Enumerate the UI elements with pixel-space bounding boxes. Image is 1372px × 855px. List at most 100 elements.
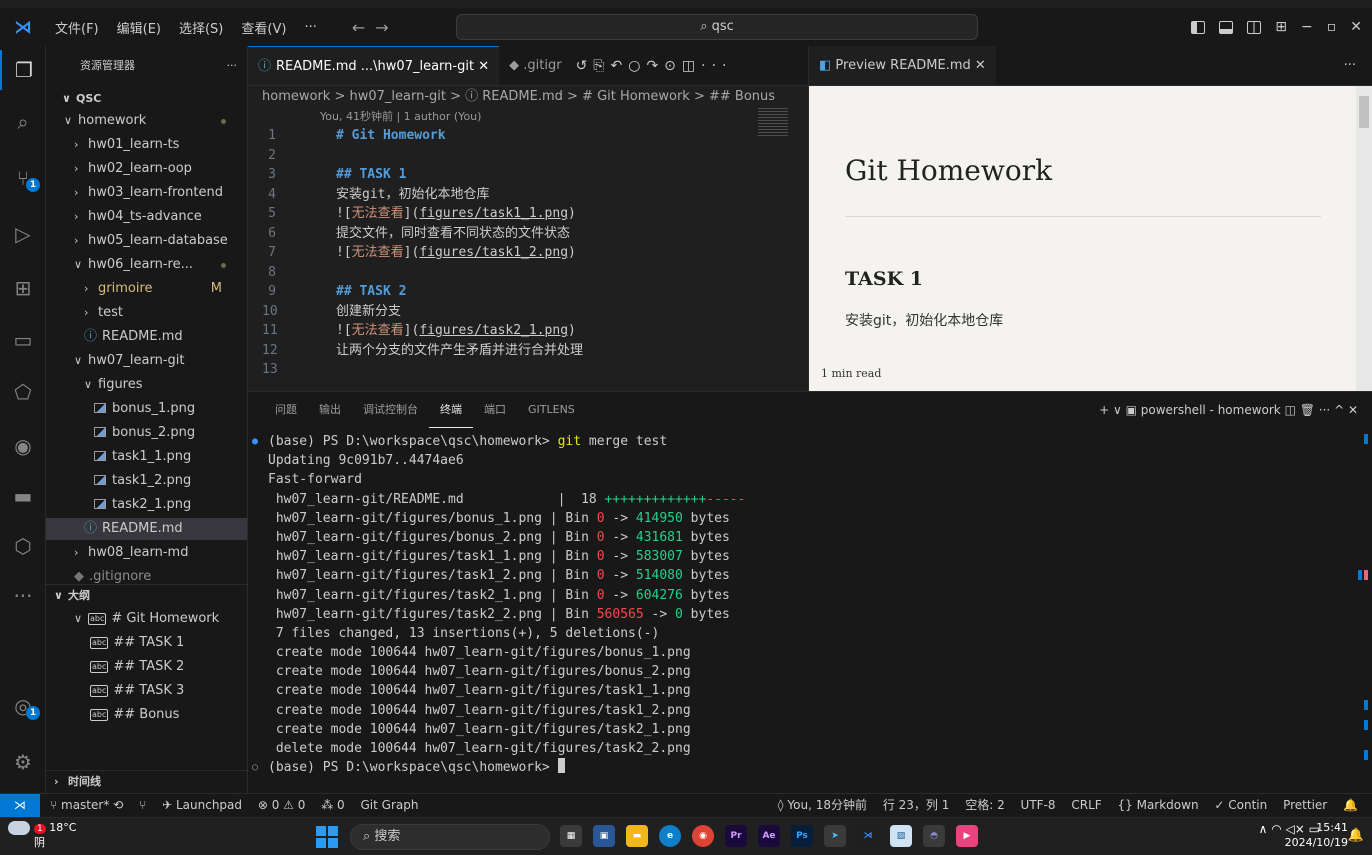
code-line[interactable]: 1 # Git Homework <box>248 126 808 146</box>
tab-problems[interactable]: 问题 <box>264 392 308 428</box>
tree-item[interactable]: › hw01_learn-ts <box>46 134 247 156</box>
git-graph-status[interactable]: Git Graph <box>361 798 419 812</box>
tree-item[interactable]: › hw08_learn-md <box>46 542 247 564</box>
close-panel-icon[interactable]: ✕ <box>1348 403 1358 417</box>
tab-readme[interactable]: ⓘ README.md ...\hw07_learn-git ✕ <box>248 46 500 85</box>
terminal-output[interactable]: ● (base) PS D:\workspace\qsc\homework> gi… <box>248 432 1348 792</box>
tab-ports[interactable]: 端口 <box>473 392 517 428</box>
menu-more[interactable]: ··· <box>295 20 325 35</box>
menu-file[interactable]: 文件(F) <box>46 18 108 37</box>
tree-item[interactable]: bonus_1.png <box>46 398 247 420</box>
tree-item[interactable]: ∨ hw06_learn-re... <box>46 254 247 276</box>
timeline-section-header[interactable]: › 时间线 <box>46 770 247 792</box>
close-tab-icon[interactable]: ✕ <box>478 59 489 74</box>
prettier-status[interactable]: Prettier <box>1283 798 1327 812</box>
toggle-secondary-sidebar-icon[interactable] <box>1247 20 1262 34</box>
terminal-name[interactable]: powershell - homework <box>1141 403 1281 417</box>
language-mode[interactable]: {} Markdown <box>1118 798 1199 812</box>
remote-indicator-icon[interactable]: ⋊ <box>0 794 40 817</box>
tree-item[interactable]: › hw02_learn-oop <box>46 158 247 180</box>
tree-item[interactable]: task1_1.png <box>46 446 247 468</box>
tab-gitignore[interactable]: ◆ .gitigr <box>499 46 571 85</box>
tree-item[interactable]: bonus_2.png <box>46 422 247 444</box>
weather-widget[interactable]: 1 18°C 阴 <box>8 821 76 850</box>
tree-item[interactable]: ∨ homework <box>46 110 247 132</box>
minimize-icon[interactable]: − <box>1301 19 1313 35</box>
cursor-position[interactable]: 行 23，列 1 <box>883 798 950 812</box>
launchpad-status[interactable]: ✈ Launchpad <box>162 798 242 812</box>
tab-output[interactable]: 输出 <box>308 392 352 428</box>
encoding[interactable]: UTF-8 <box>1021 798 1056 812</box>
command-center-search[interactable]: ⌕ qsc <box>456 14 978 40</box>
tab-gitlens[interactable]: GITLENS <box>517 392 586 428</box>
tree-item[interactable]: ⓘ README.md <box>46 326 247 348</box>
customize-layout-icon[interactable]: ⊞ <box>1275 19 1287 35</box>
indentation[interactable]: 空格: 2 <box>965 798 1005 812</box>
code-line[interactable]: 6 提交文件，同时查看不同状态的文件状态 <box>248 224 808 244</box>
outline-section-header[interactable]: ∨ 大纲 <box>46 584 247 606</box>
code-line[interactable]: 2 <box>248 146 808 166</box>
close-tab-icon[interactable]: ✕ <box>971 58 986 73</box>
extensions-icon[interactable]: ⊞ <box>0 268 46 308</box>
extension-view-icon[interactable]: ⬡ <box>0 526 46 566</box>
code-line[interactable]: 11 ![无法查看](figures/task2_1.png) <box>248 321 808 341</box>
manage-gear-icon[interactable]: ⚙ <box>0 742 46 782</box>
tab-preview-readme[interactable]: ◧ Preview README.md ✕ <box>809 46 996 85</box>
codelens-blame[interactable]: You, 41秒钟前 | 1 author (You) <box>248 108 808 126</box>
chrome-icon[interactable]: ◉ <box>692 825 714 847</box>
accounts-icon[interactable]: ◎ 1 <box>0 686 46 726</box>
start-button-icon[interactable] <box>316 826 338 848</box>
ports-status[interactable]: ⁂ 0 <box>321 798 344 812</box>
panel-more-icon[interactable]: ··· <box>1319 403 1334 417</box>
code-line[interactable]: 9 ## TASK 2 <box>248 282 808 302</box>
new-terminal-icon[interactable]: + ∨ <box>1099 403 1125 417</box>
line-ending[interactable]: CRLF <box>1071 798 1101 812</box>
maximize-panel-icon[interactable]: ^ <box>1334 403 1348 417</box>
tree-item[interactable]: › test <box>46 302 247 324</box>
notification-icon[interactable]: 🔔 <box>1348 828 1364 843</box>
code-line[interactable]: 12 让两个分支的文件产生矛盾并进行合并处理 <box>248 341 808 361</box>
store-icon[interactable]: ▣ <box>593 825 615 847</box>
menu-view[interactable]: 查看(V) <box>232 18 295 37</box>
graph-icon[interactable]: ⑂ <box>139 798 146 812</box>
toggle-sidebar-icon[interactable] <box>1191 20 1206 34</box>
outline-item[interactable]: ∨ abc # Git Homework <box>46 608 247 630</box>
editor-toolbar[interactable]: ↺⎘↶○↷⊙◫··· <box>572 46 733 85</box>
app-icon[interactable]: ◓ <box>923 825 945 847</box>
breadcrumb[interactable]: homework > hw07_learn-git > ⓘ README.md … <box>248 86 808 108</box>
tree-item[interactable]: › hw04_ts-advance <box>46 206 247 228</box>
outline-item[interactable]: abc ## TASK 3 <box>46 680 247 702</box>
vscode-taskbar-icon[interactable]: ⋊ <box>857 825 879 847</box>
edge-icon[interactable]: e <box>659 825 681 847</box>
restore-icon[interactable]: ▫ <box>1327 19 1337 35</box>
github-icon[interactable]: ◉ <box>0 426 46 466</box>
nav-back-forward-icons[interactable]: ←→ <box>352 18 399 37</box>
remote-explorer-icon[interactable]: ▭ <box>0 320 46 360</box>
tree-item[interactable]: ⓘ README.md <box>46 518 247 540</box>
clock[interactable]: 15:41 2024/10/19 <box>1285 820 1348 850</box>
image-viewer-icon[interactable]: ▨ <box>890 825 912 847</box>
trash-icon[interactable]: 🗑 <box>1300 403 1319 417</box>
outline-item[interactable]: abc ## Bonus <box>46 704 247 726</box>
tab-terminal[interactable]: 终端 <box>429 393 473 428</box>
tree-item[interactable]: › grimoire M <box>46 278 247 300</box>
problems-status[interactable]: ⊗ 0 ⚠ 0 <box>258 798 306 812</box>
code-line[interactable]: 5 ![无法查看](figures/task1_1.png) <box>248 204 808 224</box>
source-control-icon[interactable]: ⑂ 1 <box>0 158 46 198</box>
tab-debug-console[interactable]: 调试控制台 <box>352 392 429 428</box>
close-icon[interactable]: ✕ <box>1350 19 1362 35</box>
branch-indicator[interactable]: ⑂ master* ⟲ <box>50 798 123 812</box>
explorer-more-icon[interactable]: ··· <box>227 46 238 86</box>
minimap[interactable] <box>758 108 788 138</box>
task-view-icon[interactable]: ▦ <box>560 825 582 847</box>
preview-more-icon[interactable]: ··· <box>1344 46 1356 86</box>
search-view-icon[interactable]: ⌕ <box>0 102 46 142</box>
feishu-icon[interactable]: ➤ <box>824 825 846 847</box>
explorer-icon[interactable]: ❐ <box>0 50 46 90</box>
code-line[interactable]: 8 <box>248 263 808 283</box>
blame-status[interactable]: ◊ You, 18分钟前 <box>778 798 867 812</box>
tree-item[interactable]: ∨ figures <box>46 374 247 396</box>
run-debug-icon[interactable]: ▷ <box>0 214 46 254</box>
code-line[interactable]: 7 ![无法查看](figures/task1_2.png) <box>248 243 808 263</box>
menu-edit[interactable]: 编辑(E) <box>108 18 170 37</box>
